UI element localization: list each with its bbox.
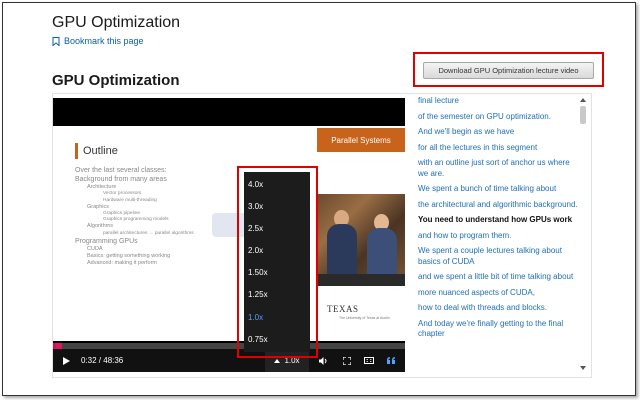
scroll-up-arrow-icon[interactable] (580, 98, 586, 102)
bookmark-label: Bookmark this page (64, 36, 144, 46)
transcript-line[interactable]: more nuanced aspects of CUDA, (418, 288, 580, 299)
transcript-line[interactable]: and how to program them. (418, 231, 580, 242)
transcript-panel: final lecture of the semester on GPU opti… (418, 96, 580, 372)
transcript-line[interactable]: of the semester on GPU optimization. (418, 112, 580, 123)
chevron-up-icon (274, 358, 281, 363)
transcript-line[interactable]: for all the lectures in this segment (418, 143, 580, 154)
heading-accent-bar (75, 143, 78, 159)
player-controls: 0:32 / 48:36 1.0x (53, 349, 405, 372)
time-display: 0:32 / 48:36 (81, 356, 124, 365)
speed-menu-highlight-box (237, 166, 318, 358)
bookmark-link[interactable]: Bookmark this page (52, 36, 144, 46)
transcript-line[interactable]: We spent a couple lectures talking about… (418, 246, 580, 267)
closed-captions-icon (364, 357, 374, 364)
presenter-desk (317, 274, 405, 286)
closed-captions-button[interactable] (361, 349, 377, 372)
transcript-line[interactable]: We spent a bunch of time talking about (418, 184, 580, 195)
page-title: GPU Optimization (52, 14, 181, 31)
slide-header-bar: Parallel Systems (317, 128, 405, 152)
scrollbar-thumb[interactable] (580, 106, 586, 124)
presenter-right (367, 228, 397, 280)
download-video-button[interactable]: Download GPU Optimization lecture video (423, 62, 594, 79)
scroll-down-arrow-icon[interactable] (580, 366, 586, 370)
texas-logo: TEXAS (327, 304, 359, 314)
fullscreen-icon (343, 356, 351, 365)
play-icon (62, 356, 70, 365)
transcript-line[interactable]: and we spent a little bit of time talkin… (418, 272, 580, 283)
video-player[interactable]: Parallel Systems Outline Over the last s… (53, 98, 405, 372)
transcript-line[interactable]: how to deal with threads and blocks. (418, 303, 580, 314)
transcript-scrollbar[interactable] (579, 96, 587, 372)
transcript-line[interactable]: final lecture (418, 96, 580, 107)
transcript-line[interactable]: And today we're finally getting to the f… (418, 319, 580, 340)
bookmark-icon (52, 36, 60, 46)
transcript-toggle-button[interactable] (383, 349, 399, 372)
transcript-quote-icon (386, 357, 395, 364)
download-highlight-box: Download GPU Optimization lecture video (413, 52, 604, 87)
presenters-video-inset (317, 194, 405, 286)
section-title: GPU Optimization (52, 72, 180, 89)
transcript-line[interactable]: the architectural and algorithmic backgr… (418, 200, 580, 211)
slide-heading: Outline (75, 143, 118, 159)
transcript-line-current[interactable]: You need to understand how GPUs work (418, 215, 580, 226)
transcript-line[interactable]: with an outline just sort of anchor us w… (418, 158, 580, 179)
texas-logo-subtext: The University of Texas at Austin (339, 316, 390, 320)
transcript-line[interactable]: And we'll begin as we have (418, 127, 580, 138)
play-button[interactable] (59, 349, 73, 372)
fullscreen-button[interactable] (339, 349, 355, 372)
slide-heading-text: Outline (83, 145, 118, 157)
volume-icon (318, 356, 326, 365)
presenter-left (327, 224, 357, 279)
